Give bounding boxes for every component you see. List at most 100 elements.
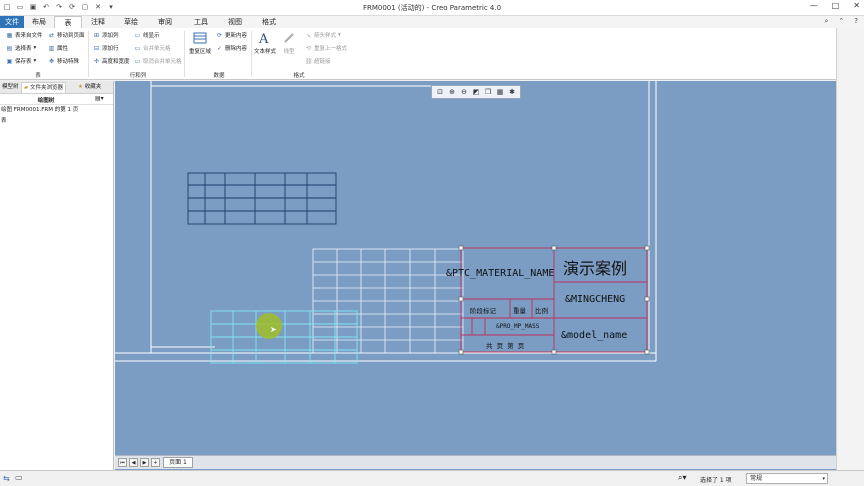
tab-view[interactable]: 视图: [220, 16, 250, 28]
sheet-tab-1[interactable]: 页面 1: [163, 457, 193, 468]
add-column-button[interactable]: ⊞ 添加列: [93, 31, 119, 40]
tree-item-table[interactable]: 表: [0, 116, 113, 127]
weight-cell[interactable]: 重量: [513, 305, 526, 315]
move-special-button[interactable]: ✥ 移动特殊: [48, 57, 79, 66]
group-label-table: 表: [35, 73, 41, 79]
graphics-toolbar: ⊡ ⊕ ⊖ ◩ ❐ ▦ ✱: [431, 85, 521, 99]
tab-folder-browser[interactable]: ▰ 文件夹浏览器: [21, 82, 66, 93]
select-table-button[interactable]: ▤ 选择表 ▾: [6, 44, 37, 53]
arrow-style-icon: ↘: [305, 31, 312, 39]
material-name-cell[interactable]: &PTC_MATERIAL_NAME: [446, 268, 554, 279]
add-row-button[interactable]: ⊟ 添加行: [93, 44, 119, 53]
zoom-in-icon[interactable]: ⊕: [448, 88, 456, 96]
saved-views-icon[interactable]: ❐: [484, 88, 492, 96]
repeat-region-button[interactable]: 重复区域: [189, 31, 211, 55]
merge-cells-icon: ▭: [134, 44, 141, 52]
tab-review[interactable]: 审阅: [150, 16, 180, 28]
select-table-icon: ▤: [6, 44, 13, 52]
model-name-cell[interactable]: &model_name: [561, 330, 627, 341]
annotation-display-icon[interactable]: ✱: [508, 88, 516, 96]
close-icon[interactable]: ✕: [853, 1, 860, 10]
selection-count: 选择了 1 项: [700, 477, 732, 484]
repeat-format-icon: ⟲: [305, 44, 312, 52]
browser-toggle-icon[interactable]: ▭: [15, 473, 23, 482]
table-highlighted[interactable]: [210, 310, 358, 364]
scale-cell[interactable]: 比例: [535, 305, 548, 315]
chevron-down-icon: ▾: [33, 58, 37, 64]
merge-cells-button[interactable]: ▭ 合并单元格: [134, 44, 171, 53]
group-label-rows-cols: 行和列: [129, 73, 147, 79]
maximize-icon[interactable]: □: [832, 1, 840, 10]
tab-annotate[interactable]: 注释: [84, 16, 112, 28]
find-icon[interactable]: ⌕▾: [678, 473, 687, 483]
height-width-button[interactable]: ✣ 高度和宽度: [93, 57, 130, 66]
sheet-tab-bar: ⏮ ◀ ▶ + 页面 1: [115, 455, 836, 469]
stage-mark-cell[interactable]: 阶段标记: [470, 305, 496, 315]
table-dark[interactable]: [187, 172, 337, 225]
tab-bar-icons: ⌕ ⌃ ?: [824, 17, 858, 26]
repeat-last-format-button[interactable]: ⟲ 重复上一格式: [305, 44, 347, 53]
pen-icon: [284, 33, 294, 43]
tree-item-sheet[interactable]: 绘图 FRM0001.FRM 的第 1 页: [0, 105, 113, 116]
tab-sketch[interactable]: 草绘: [116, 16, 146, 28]
arrow-style-button[interactable]: ↘ 箭头样式 ▾: [305, 31, 341, 40]
group-separator: [184, 31, 185, 77]
add-sheet-button[interactable]: +: [151, 458, 160, 467]
delete-content-button[interactable]: ✓ 删除内容: [216, 44, 247, 53]
text-style-button[interactable]: A 文本样式: [254, 31, 276, 55]
mingcheng-cell[interactable]: &MINGCHENG: [565, 294, 625, 305]
search-icon[interactable]: ⌕: [824, 17, 828, 26]
drawing-tree-header: 绘图树 ▤▾: [0, 94, 113, 105]
hyperlink-button[interactable]: ⛓ 超链接: [305, 57, 331, 66]
selection-filter-select[interactable]: 常规 ▾: [746, 473, 828, 484]
mass-cell[interactable]: &PRO_MP_MASS: [496, 323, 539, 330]
tab-layout[interactable]: 布局: [26, 16, 52, 28]
zoom-out-icon[interactable]: ⊖: [460, 88, 468, 96]
help-icon[interactable]: ?: [854, 17, 858, 26]
ribbon-panel: ▦ 表来自文件 ▤ 选择表 ▾ ▣ 保存表 ▾ ⇄ 移动到页面 ▥ 属性 ✥ 移动特殊 表 ⊞ 添…: [0, 28, 836, 80]
properties-button[interactable]: ▥ 属性: [48, 44, 68, 53]
demo-title-cell[interactable]: 演示案例: [563, 255, 627, 279]
right-scroll-strip[interactable]: [836, 28, 864, 470]
sheet-count-cell[interactable]: 共 页 第 页: [486, 340, 524, 350]
settings-icon[interactable]: ▤▾: [95, 95, 104, 102]
hyperlink-icon: ⛓: [305, 57, 313, 65]
title-bar: □ ▭ ▣ ↶ ↷ ⟳ ▢ ✕ ▾ FRM0001 (活动的) - Creo P…: [0, 0, 864, 16]
unmerge-cells-button[interactable]: ▭ 取消合并单元格: [134, 57, 182, 66]
display-style-icon[interactable]: ▦: [496, 88, 504, 96]
tab-format[interactable]: 格式: [254, 16, 284, 28]
tab-file[interactable]: 文件: [0, 16, 24, 28]
update-icon: ⟳: [216, 31, 223, 39]
move-to-page-button[interactable]: ⇄ 移动到页面: [48, 31, 85, 40]
tab-favorites[interactable]: ★ 收藏夹: [76, 82, 103, 93]
navigator-toggle-icon[interactable]: ⇆: [3, 474, 10, 483]
line-style-button[interactable]: 线型: [282, 31, 296, 55]
line-display-button[interactable]: ▭ 线显示: [134, 31, 160, 40]
save-table-button[interactable]: ▣ 保存表 ▾: [6, 57, 37, 66]
table-file-icon: ▦: [6, 31, 13, 39]
svg-text:A: A: [258, 32, 269, 45]
drawing-tree-title: 绘图树: [37, 98, 55, 104]
minimize-icon[interactable]: —: [810, 1, 818, 10]
properties-icon: ▥: [48, 44, 55, 52]
window-title: FRM0001 (活动的) - Creo Parametric 4.0: [362, 4, 502, 12]
update-content-button[interactable]: ⟳ 更新内容: [216, 31, 247, 40]
tab-tools[interactable]: 工具: [186, 16, 216, 28]
previous-sheet-button[interactable]: ◀: [129, 458, 138, 467]
height-width-icon: ✣: [93, 57, 100, 65]
move-special-icon: ✥: [48, 57, 55, 65]
drawing-canvas[interactable]: &PTC_MATERIAL_NAME 演示案例 &MINGCHENG &mode…: [115, 81, 836, 470]
navigator-tabs: 模型树 ▰ 文件夹浏览器 ★ 收藏夹: [0, 81, 113, 94]
minimize-ribbon-icon[interactable]: ⌃: [838, 17, 844, 26]
add-column-icon: ⊞: [93, 31, 100, 39]
tab-model-tree[interactable]: 模型树: [0, 82, 21, 93]
repaint-icon[interactable]: ◩: [472, 88, 480, 96]
refit-icon[interactable]: ⊡: [436, 88, 444, 96]
chevron-down-icon: ▾: [338, 32, 341, 38]
group-separator: [88, 31, 89, 77]
move-page-icon: ⇄: [48, 31, 55, 39]
table-from-file-button[interactable]: ▦ 表来自文件: [6, 31, 43, 40]
next-sheet-button[interactable]: ▶: [140, 458, 149, 467]
line-display-icon: ▭: [134, 31, 141, 39]
first-sheet-button[interactable]: ⏮: [118, 458, 127, 467]
